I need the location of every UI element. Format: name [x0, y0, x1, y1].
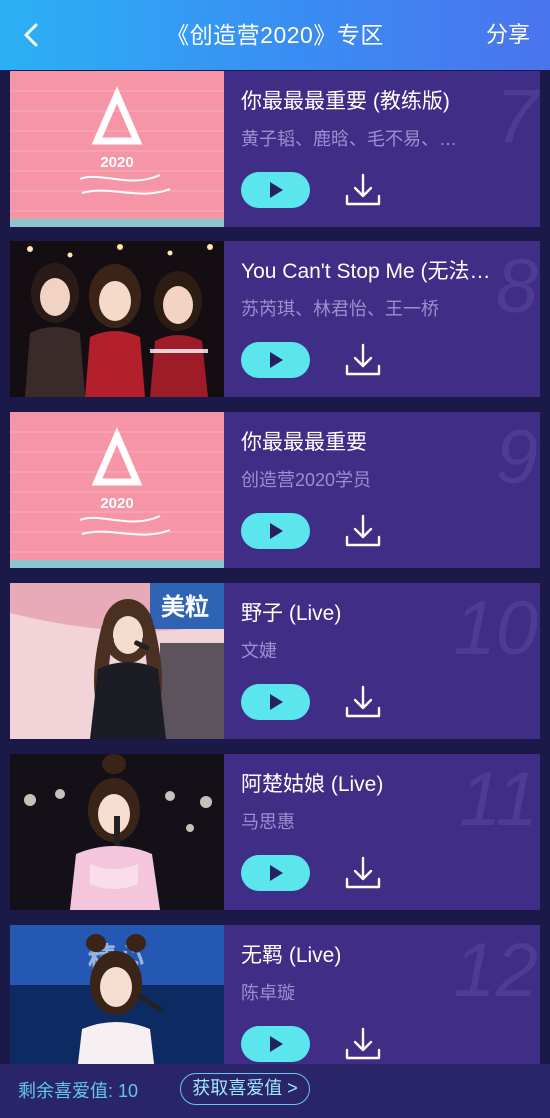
song-cover-image[interactable]: 2020 [10, 71, 224, 227]
play-icon [269, 694, 283, 710]
song-cover-image[interactable]: 精心 [10, 925, 224, 1081]
svg-text:美粒: 美粒 [161, 593, 209, 621]
song-title: 你最最最重要 (教练版) [241, 90, 450, 113]
song-card[interactable]: 2020 9 你最最最重要 创造营2020学员 [10, 412, 540, 568]
song-artist: 陈卓璇 [241, 983, 295, 1003]
remaining-points-label: 剩余喜爱值: 10 [18, 1081, 139, 1101]
play-icon [269, 352, 283, 368]
download-button[interactable] [344, 171, 382, 209]
song-card[interactable]: 8 You Can't Stop Me (无法… 苏芮琪、林君怡、王一桥 [10, 241, 540, 397]
song-title: 无羁 (Live) [241, 944, 342, 967]
download-button[interactable] [344, 512, 382, 550]
song-cover-image[interactable]: 美粒 [10, 583, 224, 739]
download-button[interactable] [344, 683, 382, 721]
download-icon [345, 343, 381, 376]
play-icon [269, 523, 283, 539]
download-icon [345, 1027, 381, 1060]
song-card[interactable]: 美粒 10 野子 (Live) 文婕 [10, 583, 540, 739]
song-artist: 马思惠 [241, 812, 295, 832]
download-button[interactable] [344, 1025, 382, 1063]
song-card[interactable]: 精心 12 无羁 (Live) 陈卓璇 [10, 925, 540, 1081]
top-bar: 《创造营2020》专区 分享 [0, 0, 550, 70]
rank-number: 9 [495, 415, 538, 500]
song-title: 你最最最重要 [241, 431, 367, 454]
rank-number: 8 [495, 244, 538, 329]
play-button[interactable] [241, 1026, 310, 1062]
song-cover-image[interactable] [10, 754, 224, 910]
share-button[interactable]: 分享 [486, 18, 530, 52]
song-artist: 创造营2020学员 [241, 470, 372, 490]
svg-text:2020: 2020 [100, 154, 133, 171]
download-button[interactable] [344, 854, 382, 892]
song-card[interactable]: 2020 7 你最最最重要 (教练版) 黄子韬、鹿晗、毛不易、… [10, 71, 540, 227]
play-button[interactable] [241, 684, 310, 720]
song-artist: 黄子韬、鹿晗、毛不易、… [241, 129, 457, 149]
download-button[interactable] [344, 341, 382, 379]
svg-text:2020: 2020 [100, 495, 133, 512]
play-button[interactable] [241, 513, 310, 549]
song-artist: 苏芮琪、林君怡、王一桥 [241, 299, 439, 319]
song-title: 阿楚姑娘 (Live) [241, 773, 384, 796]
song-cover-image[interactable] [10, 241, 224, 397]
play-button[interactable] [241, 342, 310, 378]
song-title: 野子 (Live) [241, 602, 342, 625]
download-icon [345, 856, 381, 889]
page-title: 《创造营2020》专区 [166, 22, 384, 48]
song-title: You Can't Stop Me (无法… [241, 260, 491, 283]
song-artist: 文婕 [241, 641, 277, 661]
rank-number: 7 [495, 74, 538, 159]
play-icon [269, 865, 283, 881]
download-icon [345, 173, 381, 206]
song-card[interactable]: 11 阿楚姑娘 (Live) 马思惠 [10, 754, 540, 910]
play-button[interactable] [241, 172, 310, 208]
play-button[interactable] [241, 855, 310, 891]
download-icon [345, 514, 381, 547]
song-cover-image[interactable]: 2020 [10, 412, 224, 568]
footer-bar: 剩余喜爱值: 10 获取喜爱值 > [0, 1064, 550, 1118]
get-points-button[interactable]: 获取喜爱值 > [180, 1073, 310, 1105]
download-icon [345, 685, 381, 718]
play-icon [269, 182, 283, 198]
play-icon [269, 1036, 283, 1052]
